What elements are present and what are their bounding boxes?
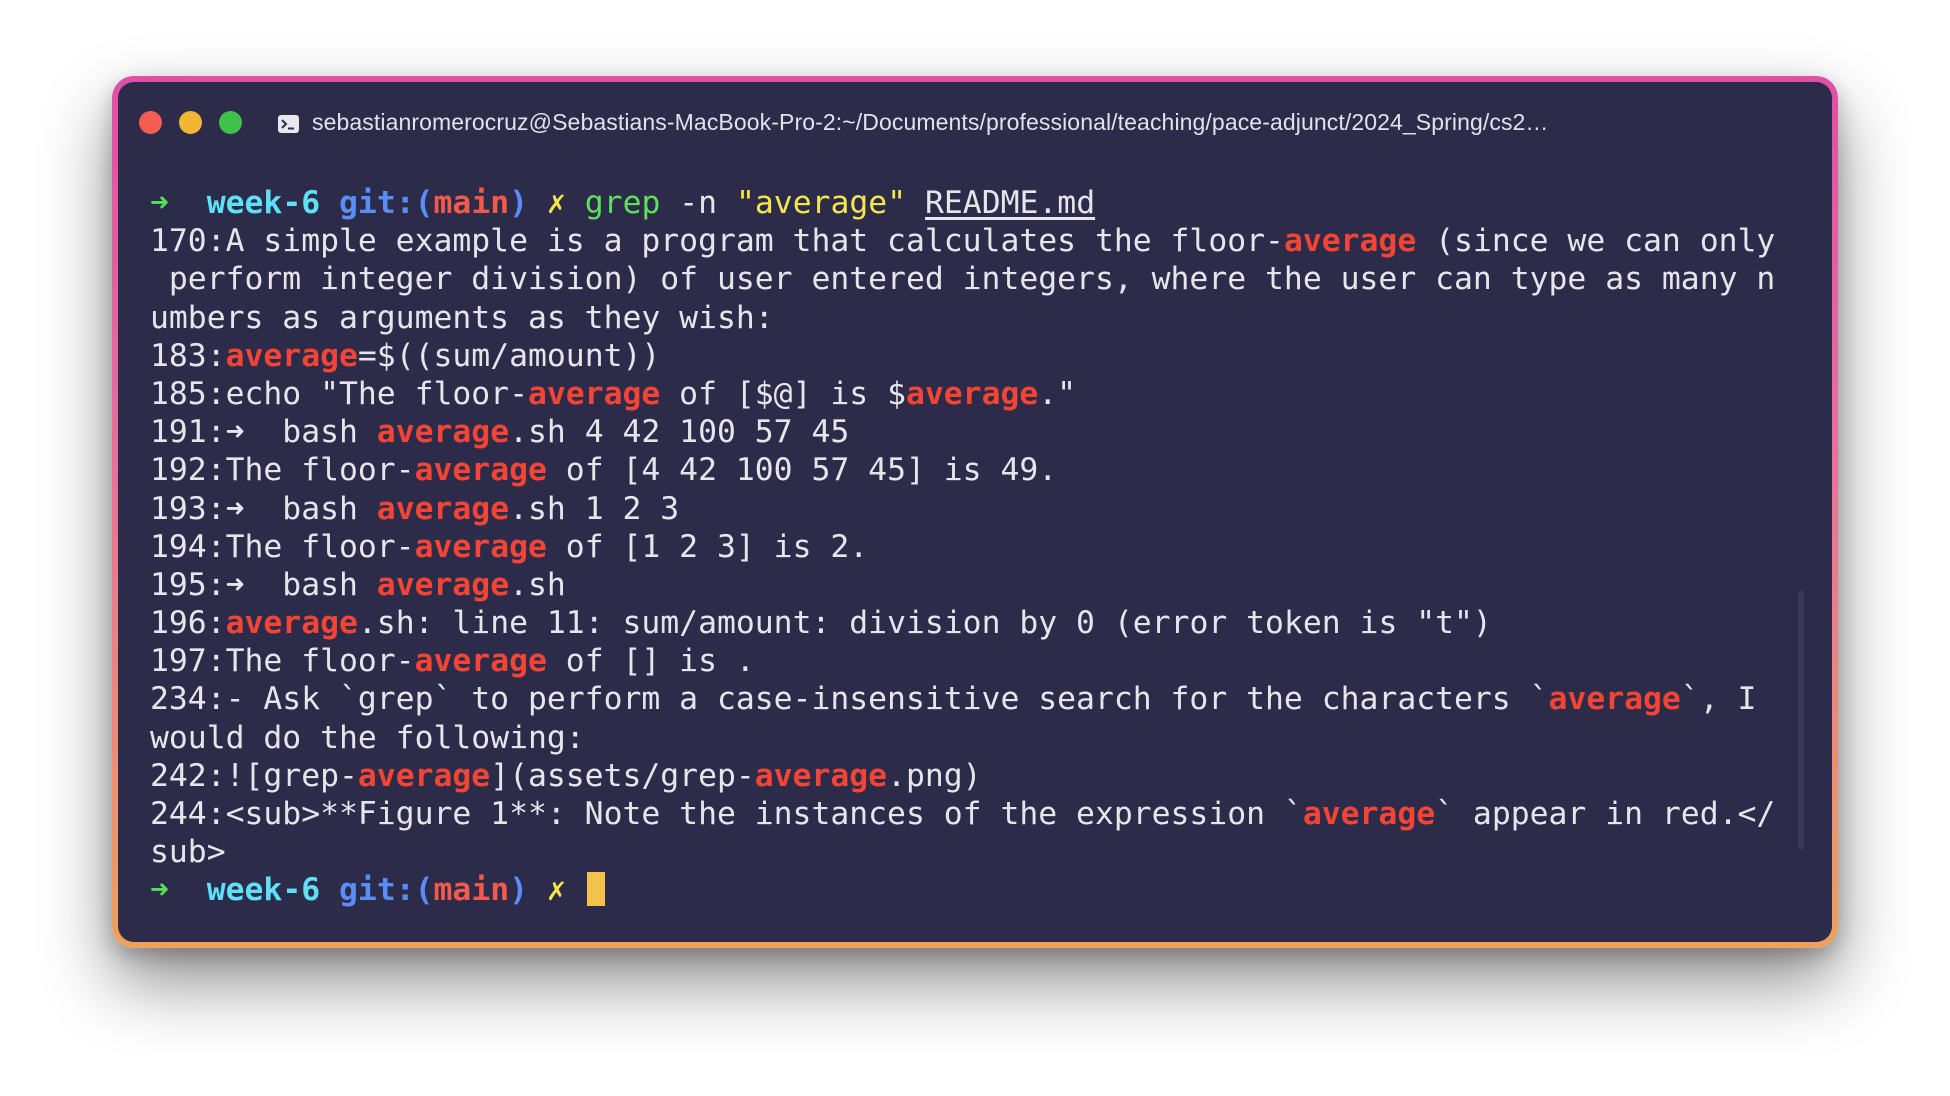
output-line: would do the following: xyxy=(150,719,585,756)
terminal-window: sebastianromerocruz@Sebastians-MacBook-P… xyxy=(112,76,1838,948)
output-line: 170:A simple example is a program that c… xyxy=(150,223,1776,260)
match-highlight: average xyxy=(225,337,358,374)
match-highlight: average xyxy=(357,757,491,794)
window-title: sebastianromerocruz@Sebastians-MacBook-P… xyxy=(312,109,1549,135)
match-highlight: average xyxy=(1302,796,1436,832)
match-highlight: average xyxy=(376,490,510,527)
prompt-git-close: ) xyxy=(509,185,529,221)
prompt-git-label: git:( xyxy=(339,872,434,909)
prompt-arrow-icon: ➜ xyxy=(150,185,169,221)
terminal-body: sebastianromerocruz@Sebastians-MacBook-P… xyxy=(118,82,1832,942)
prompt-branch: main xyxy=(433,185,510,221)
match-highlight: average xyxy=(905,375,1039,412)
output-line: 185:echo "The floor-average of [$@] is $… xyxy=(150,375,1077,412)
output-line: 193:➜ bash average.sh 1 2 3 xyxy=(150,490,680,527)
match-highlight: average xyxy=(1283,223,1417,260)
output-line: 196:average.sh: line 11: sum/amount: div… xyxy=(150,605,1492,642)
text-cursor xyxy=(586,872,605,907)
dirty-mark-icon: ✗ xyxy=(546,872,566,909)
title-bar: sebastianromerocruz@Sebastians-MacBook-P… xyxy=(118,82,1832,166)
command-flag: -n xyxy=(679,185,718,221)
prompt-branch: main xyxy=(433,872,510,909)
match-highlight: average xyxy=(754,757,888,794)
output-line: 234:- Ask `grep` to perform a case-insen… xyxy=(150,681,1757,718)
output-line: 242:![grep-average](assets/grep-average.… xyxy=(150,757,982,794)
match-highlight: average xyxy=(414,528,547,565)
command-file-argument: README.md xyxy=(925,185,1096,221)
match-highlight: average xyxy=(414,452,547,489)
terminal-output[interactable]: ➜ week-6 git:(main) ✗ grep -n "average" … xyxy=(150,184,1790,910)
prompt-git-close: ) xyxy=(509,872,529,909)
dirty-mark-icon: ✗ xyxy=(546,185,566,221)
scrollbar[interactable] xyxy=(1798,590,1804,850)
match-highlight: average xyxy=(376,414,510,451)
prompt-arrow-icon: ➜ xyxy=(150,872,169,909)
match-highlight: average xyxy=(225,605,358,642)
output-line: umbers as arguments as they wish: xyxy=(150,299,774,336)
output-line: 195:➜ bash average.sh xyxy=(150,566,566,603)
terminal-icon xyxy=(278,115,299,133)
match-highlight: average xyxy=(1548,681,1681,718)
output-line: perform integer division) of user entere… xyxy=(150,261,1776,298)
grep-output: 170:A simple example is a program that c… xyxy=(150,222,1790,871)
command-pattern: "average" xyxy=(736,185,907,221)
close-window-button[interactable] xyxy=(139,111,162,134)
prompt-directory: week-6 xyxy=(206,185,321,221)
prompt-directory: week-6 xyxy=(206,872,321,909)
output-line: sub> xyxy=(150,834,226,871)
command-line: ➜ week-6 git:(main) ✗ grep -n "average" … xyxy=(150,184,1790,222)
match-highlight: average xyxy=(376,566,510,603)
output-line: 197:The floor-average of [] is . xyxy=(150,643,755,680)
prompt-git-label: git:( xyxy=(339,185,434,221)
output-line: 191:➜ bash average.sh 4 42 100 57 45 xyxy=(150,414,850,451)
output-line: 192:The floor-average of [4 42 100 57 45… xyxy=(150,452,1058,489)
match-highlight: average xyxy=(527,375,661,412)
output-line: 183:average=$((sum/amount)) xyxy=(150,337,661,374)
final-prompt-line[interactable]: ➜ week-6 git:(main) ✗ xyxy=(150,871,1790,909)
output-line: 244:<sub>**Figure 1**: Note the instance… xyxy=(150,796,1776,832)
minimize-window-button[interactable] xyxy=(179,111,202,134)
command-name: grep xyxy=(584,185,661,221)
zoom-window-button[interactable] xyxy=(219,111,242,134)
match-highlight: average xyxy=(414,643,547,680)
output-line: 194:The floor-average of [1 2 3] is 2. xyxy=(150,528,869,565)
